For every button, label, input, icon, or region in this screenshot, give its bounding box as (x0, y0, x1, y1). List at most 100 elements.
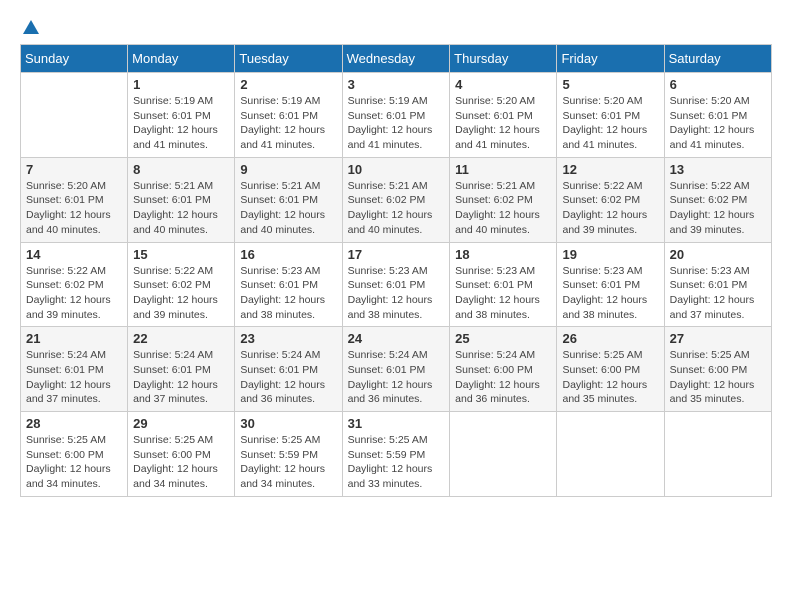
calendar-cell: 30 Sunrise: 5:25 AMSunset: 5:59 PMDayligh… (235, 412, 342, 497)
calendar-cell (557, 412, 664, 497)
calendar-cell (450, 412, 557, 497)
day-number: 22 (133, 331, 229, 346)
calendar-header-saturday: Saturday (664, 45, 771, 73)
calendar-cell: 5 Sunrise: 5:20 AMSunset: 6:01 PMDaylight… (557, 73, 664, 158)
day-number: 9 (240, 162, 336, 177)
day-info: Sunrise: 5:24 AMSunset: 6:01 PMDaylight:… (348, 348, 445, 407)
day-number: 20 (670, 247, 766, 262)
day-info: Sunrise: 5:24 AMSunset: 6:01 PMDaylight:… (133, 348, 229, 407)
day-number: 26 (562, 331, 658, 346)
day-info: Sunrise: 5:21 AMSunset: 6:02 PMDaylight:… (455, 179, 551, 238)
day-info: Sunrise: 5:22 AMSunset: 6:02 PMDaylight:… (562, 179, 658, 238)
day-number: 29 (133, 416, 229, 431)
day-info: Sunrise: 5:19 AMSunset: 6:01 PMDaylight:… (240, 94, 336, 153)
page-header (20, 20, 772, 36)
day-info: Sunrise: 5:19 AMSunset: 6:01 PMDaylight:… (133, 94, 229, 153)
day-info: Sunrise: 5:20 AMSunset: 6:01 PMDaylight:… (455, 94, 551, 153)
calendar-header-tuesday: Tuesday (235, 45, 342, 73)
calendar-week-row: 1 Sunrise: 5:19 AMSunset: 6:01 PMDaylight… (21, 73, 772, 158)
day-info: Sunrise: 5:25 AMSunset: 5:59 PMDaylight:… (240, 433, 336, 492)
day-info: Sunrise: 5:24 AMSunset: 6:00 PMDaylight:… (455, 348, 551, 407)
day-number: 7 (26, 162, 122, 177)
calendar-cell: 20 Sunrise: 5:23 AMSunset: 6:01 PMDayligh… (664, 242, 771, 327)
day-number: 30 (240, 416, 336, 431)
day-info: Sunrise: 5:25 AMSunset: 6:00 PMDaylight:… (26, 433, 122, 492)
day-info: Sunrise: 5:23 AMSunset: 6:01 PMDaylight:… (348, 264, 445, 323)
day-number: 16 (240, 247, 336, 262)
day-number: 12 (562, 162, 658, 177)
day-number: 10 (348, 162, 445, 177)
calendar-cell: 27 Sunrise: 5:25 AMSunset: 6:00 PMDayligh… (664, 327, 771, 412)
calendar-cell: 15 Sunrise: 5:22 AMSunset: 6:02 PMDayligh… (128, 242, 235, 327)
day-info: Sunrise: 5:24 AMSunset: 6:01 PMDaylight:… (26, 348, 122, 407)
day-info: Sunrise: 5:25 AMSunset: 6:00 PMDaylight:… (670, 348, 766, 407)
calendar-header-row: SundayMondayTuesdayWednesdayThursdayFrid… (21, 45, 772, 73)
calendar-cell: 17 Sunrise: 5:23 AMSunset: 6:01 PMDayligh… (342, 242, 450, 327)
calendar-header-friday: Friday (557, 45, 664, 73)
day-info: Sunrise: 5:21 AMSunset: 6:02 PMDaylight:… (348, 179, 445, 238)
logo-triangle-icon (23, 20, 39, 34)
day-number: 13 (670, 162, 766, 177)
day-info: Sunrise: 5:24 AMSunset: 6:01 PMDaylight:… (240, 348, 336, 407)
day-number: 24 (348, 331, 445, 346)
calendar-table: SundayMondayTuesdayWednesdayThursdayFrid… (20, 44, 772, 497)
day-number: 6 (670, 77, 766, 92)
day-info: Sunrise: 5:22 AMSunset: 6:02 PMDaylight:… (133, 264, 229, 323)
calendar-cell: 10 Sunrise: 5:21 AMSunset: 6:02 PMDayligh… (342, 157, 450, 242)
day-info: Sunrise: 5:19 AMSunset: 6:01 PMDaylight:… (348, 94, 445, 153)
calendar-cell: 21 Sunrise: 5:24 AMSunset: 6:01 PMDayligh… (21, 327, 128, 412)
day-number: 3 (348, 77, 445, 92)
calendar-header-thursday: Thursday (450, 45, 557, 73)
calendar-cell: 14 Sunrise: 5:22 AMSunset: 6:02 PMDayligh… (21, 242, 128, 327)
day-number: 5 (562, 77, 658, 92)
calendar-header-sunday: Sunday (21, 45, 128, 73)
day-number: 4 (455, 77, 551, 92)
day-number: 1 (133, 77, 229, 92)
calendar-cell: 3 Sunrise: 5:19 AMSunset: 6:01 PMDaylight… (342, 73, 450, 158)
day-number: 11 (455, 162, 551, 177)
calendar-week-row: 14 Sunrise: 5:22 AMSunset: 6:02 PMDayligh… (21, 242, 772, 327)
day-number: 18 (455, 247, 551, 262)
day-number: 2 (240, 77, 336, 92)
calendar-week-row: 28Sunrise: 5:25 AMSunset: 6:00 PMDayligh… (21, 412, 772, 497)
calendar-cell: 28Sunrise: 5:25 AMSunset: 6:00 PMDayligh… (21, 412, 128, 497)
calendar-cell: 22 Sunrise: 5:24 AMSunset: 6:01 PMDayligh… (128, 327, 235, 412)
day-number: 27 (670, 331, 766, 346)
calendar-header-monday: Monday (128, 45, 235, 73)
logo (20, 20, 39, 36)
calendar-cell (664, 412, 771, 497)
calendar-cell: 6 Sunrise: 5:20 AMSunset: 6:01 PMDaylight… (664, 73, 771, 158)
calendar-cell: 29 Sunrise: 5:25 AMSunset: 6:00 PMDayligh… (128, 412, 235, 497)
day-number: 15 (133, 247, 229, 262)
day-number: 19 (562, 247, 658, 262)
calendar-cell: 2 Sunrise: 5:19 AMSunset: 6:01 PMDaylight… (235, 73, 342, 158)
day-number: 14 (26, 247, 122, 262)
calendar-cell: 13Sunrise: 5:22 AMSunset: 6:02 PMDayligh… (664, 157, 771, 242)
day-info: Sunrise: 5:20 AMSunset: 6:01 PMDaylight:… (670, 94, 766, 153)
day-info: Sunrise: 5:25 AMSunset: 6:00 PMDaylight:… (133, 433, 229, 492)
day-info: Sunrise: 5:21 AMSunset: 6:01 PMDaylight:… (133, 179, 229, 238)
calendar-cell: 26 Sunrise: 5:25 AMSunset: 6:00 PMDayligh… (557, 327, 664, 412)
day-number: 21 (26, 331, 122, 346)
day-info: Sunrise: 5:20 AMSunset: 6:01 PMDaylight:… (562, 94, 658, 153)
day-info: Sunrise: 5:23 AMSunset: 6:01 PMDaylight:… (455, 264, 551, 323)
calendar-cell: 9 Sunrise: 5:21 AMSunset: 6:01 PMDaylight… (235, 157, 342, 242)
day-info: Sunrise: 5:23 AMSunset: 6:01 PMDaylight:… (240, 264, 336, 323)
calendar-header-wednesday: Wednesday (342, 45, 450, 73)
day-number: 17 (348, 247, 445, 262)
calendar-cell: 19 Sunrise: 5:23 AMSunset: 6:01 PMDayligh… (557, 242, 664, 327)
calendar-cell: 12 Sunrise: 5:22 AMSunset: 6:02 PMDayligh… (557, 157, 664, 242)
calendar-cell: 23Sunrise: 5:24 AMSunset: 6:01 PMDayligh… (235, 327, 342, 412)
day-info: Sunrise: 5:21 AMSunset: 6:01 PMDaylight:… (240, 179, 336, 238)
calendar-cell: 8 Sunrise: 5:21 AMSunset: 6:01 PMDaylight… (128, 157, 235, 242)
day-number: 31 (348, 416, 445, 431)
day-info: Sunrise: 5:22 AMSunset: 6:02 PMDaylight:… (26, 264, 122, 323)
day-number: 8 (133, 162, 229, 177)
calendar-cell: 7Sunrise: 5:20 AMSunset: 6:01 PMDaylight… (21, 157, 128, 242)
calendar-cell: 16 Sunrise: 5:23 AMSunset: 6:01 PMDayligh… (235, 242, 342, 327)
day-info: Sunrise: 5:23 AMSunset: 6:01 PMDaylight:… (670, 264, 766, 323)
day-info: Sunrise: 5:25 AMSunset: 6:00 PMDaylight:… (562, 348, 658, 407)
calendar-cell (21, 73, 128, 158)
calendar-week-row: 21 Sunrise: 5:24 AMSunset: 6:01 PMDayligh… (21, 327, 772, 412)
day-info: Sunrise: 5:23 AMSunset: 6:01 PMDaylight:… (562, 264, 658, 323)
